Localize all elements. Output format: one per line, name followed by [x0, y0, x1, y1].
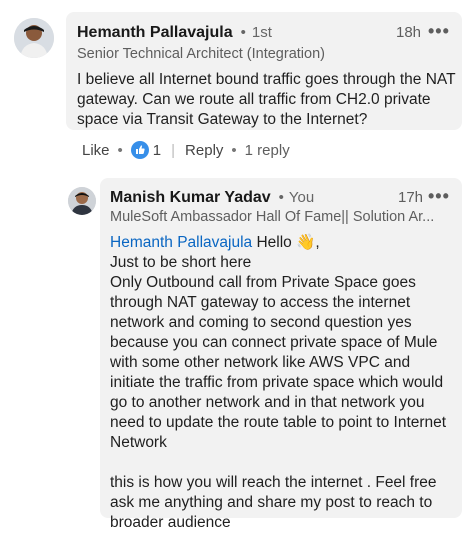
comment-author-headline: Senior Technical Architect (Integration)	[77, 46, 325, 62]
action-separator-3: •	[231, 141, 237, 159]
thumbs-up-reaction-icon[interactable]	[130, 141, 149, 159]
reply-bubble: Manish Kumar Yadav • You MuleSoft Ambass…	[100, 178, 462, 531]
degree-separator: •	[240, 24, 246, 41]
reply-count-link[interactable]: 1 reply	[245, 142, 290, 159]
action-separator: •	[117, 141, 123, 159]
reply-time: 17h	[398, 189, 424, 206]
reply-author-headline: MuleSoft Ambassador Hall Of Fame|| Solut…	[110, 209, 435, 225]
comment-avatar[interactable]	[14, 18, 54, 58]
comment-time: 18h	[396, 24, 422, 41]
reply-button[interactable]: Reply	[185, 142, 223, 159]
reply-avatar[interactable]	[68, 187, 96, 215]
degree-separator: •	[278, 189, 284, 206]
reply-line: Just to be short here	[110, 254, 252, 271]
more-horizontal-icon[interactable]: •••	[428, 186, 450, 207]
comment-author-name[interactable]: Hemanth Pallavajula	[77, 24, 233, 42]
reply-text: Hemanth Pallavajula Hello 👋, Just to be …	[110, 233, 458, 533]
reply-greeting: Hello 👋,	[256, 234, 320, 251]
comment-author-degree: 1st	[251, 24, 272, 41]
comment-actions: Like • 1 | Reply • 1 reply	[82, 141, 290, 159]
reaction-count[interactable]: 1	[153, 142, 161, 159]
action-separator-2: |	[171, 141, 176, 159]
reply-paragraph: Only Outbound call from Private Space go…	[110, 274, 447, 451]
more-horizontal-icon[interactable]: •••	[428, 21, 450, 42]
reply-author-name[interactable]: Manish Kumar Yadav	[110, 189, 271, 207]
comment-bubble: Hemanth Pallavajula • 1st Senior Technic…	[66, 12, 462, 130]
mention-link[interactable]: Hemanth Pallavajula	[110, 234, 252, 251]
like-button[interactable]: Like	[82, 142, 110, 159]
comment-text: I believe all Internet bound traffic goe…	[77, 71, 456, 128]
reply-author-degree: You	[288, 189, 315, 206]
reply-closing: this is how you will reach the internet …	[110, 474, 437, 531]
